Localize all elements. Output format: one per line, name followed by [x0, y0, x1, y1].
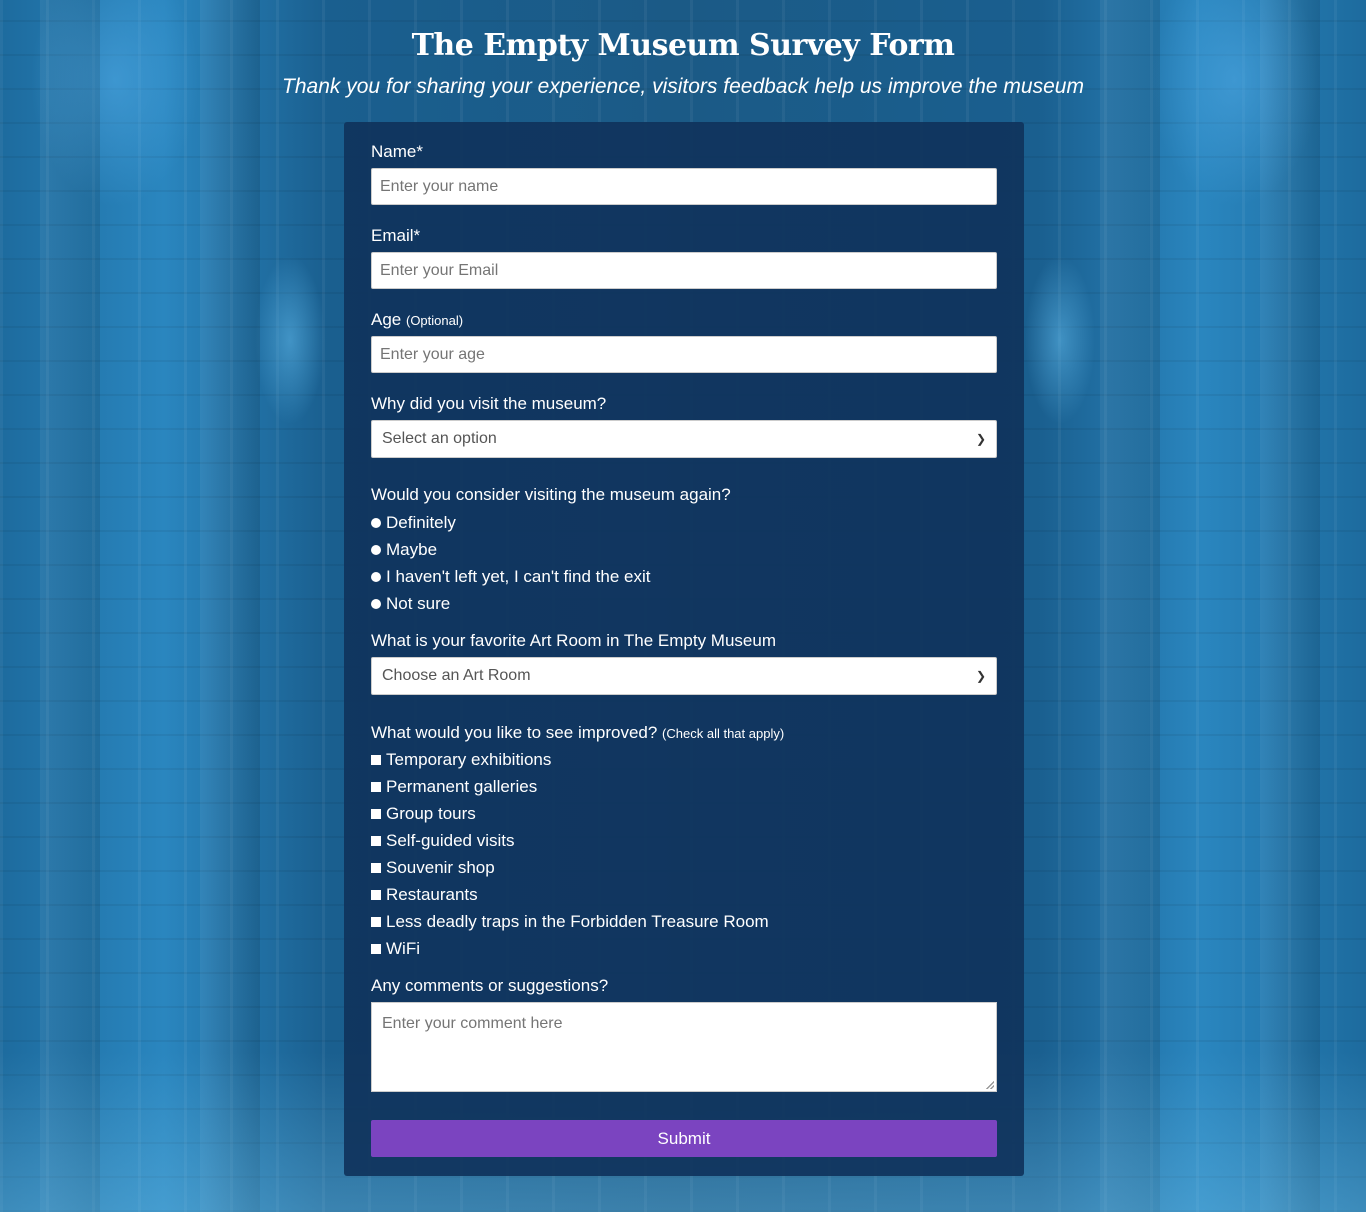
radio-option-label: I haven't left yet, I can't find the exi… [386, 566, 651, 586]
improve-label: What would you like to see improved? (Ch… [371, 723, 997, 743]
radio-button[interactable] [371, 544, 381, 555]
checkbox-option[interactable]: Permanent galleries [371, 773, 997, 800]
chevron-down-icon: ❯ [975, 432, 986, 446]
page-header: The Empty Museum Survey Form Thank you f… [0, 28, 1366, 99]
improve-group: What would you like to see improved? (Ch… [371, 723, 997, 962]
comments-placeholder: Enter your comment here [382, 1015, 563, 1032]
checkbox-option[interactable]: Group tours [371, 800, 997, 827]
name-group: Name* [371, 142, 997, 205]
checkbox-option[interactable]: Souvenir shop [371, 854, 997, 881]
revisit-label: Would you consider visiting the museum a… [371, 485, 731, 504]
improve-options: Temporary exhibitions Permanent galleries… [371, 746, 997, 962]
submit-button[interactable]: Submit [371, 1120, 997, 1157]
checkbox-option-label: Permanent galleries [386, 776, 538, 796]
age-label-text: Age [371, 310, 402, 329]
checkbox-option-label: WiFi [386, 938, 420, 958]
email-input[interactable] [371, 252, 997, 289]
age-input[interactable] [371, 336, 997, 373]
checkbox-option[interactable]: WiFi [371, 935, 997, 962]
email-group: Email* [371, 226, 997, 289]
art-room-select[interactable]: Choose an Art Room ❯ [371, 657, 997, 695]
checkbox[interactable] [371, 835, 381, 846]
radio-option[interactable]: Maybe [371, 536, 997, 563]
page-title: The Empty Museum Survey Form [411, 28, 955, 63]
reason-label: Why did you visit the museum? [371, 394, 607, 413]
checkbox[interactable] [371, 781, 381, 792]
checkbox[interactable] [371, 889, 381, 900]
comments-textarea[interactable]: Enter your comment here [371, 1002, 997, 1092]
checkbox-option-label: Self-guided visits [386, 830, 515, 850]
chevron-down-icon: ❯ [975, 669, 986, 683]
art-room-label: What is your favorite Art Room in The Em… [371, 631, 776, 650]
checkbox-option-label: Group tours [386, 803, 476, 823]
age-label-note: (Optional) [405, 313, 464, 328]
checkbox[interactable] [371, 916, 381, 927]
name-input[interactable] [371, 168, 997, 205]
background-column [1260, 0, 1320, 1212]
revisit-group: Would you consider visiting the museum a… [371, 485, 997, 617]
radio-option[interactable]: Definitely [371, 509, 997, 536]
checkbox-option[interactable]: Restaurants [371, 881, 997, 908]
improve-label-note: (Check all that apply) [662, 726, 785, 741]
comments-group: Any comments or suggestions? Enter your … [371, 976, 997, 1092]
art-room-select-value: Choose an Art Room [382, 667, 531, 684]
checkbox[interactable] [371, 862, 381, 873]
checkbox-option[interactable]: Temporary exhibitions [371, 746, 997, 773]
improve-label-text: What would you like to see improved? [371, 723, 658, 742]
checkbox[interactable] [371, 808, 381, 819]
art-room-group: What is your favorite Art Room in The Em… [371, 631, 997, 695]
age-label: Age (Optional) [371, 310, 997, 330]
comments-label: Any comments or suggestions? [371, 976, 609, 995]
email-label: Email* [371, 226, 421, 245]
radio-option-label: Not sure [386, 593, 451, 613]
radio-option-label: Definitely [386, 512, 456, 532]
name-label: Name* [371, 142, 423, 161]
checkbox-option-label: Restaurants [386, 884, 478, 904]
background-column [1100, 0, 1160, 1212]
radio-button[interactable] [371, 517, 381, 528]
reason-group: Why did you visit the museum? Select an … [371, 394, 997, 458]
page-subtitle: Thank you for sharing your experience, v… [282, 75, 1084, 98]
checkbox-option-label: Temporary exhibitions [386, 749, 552, 769]
revisit-options: Definitely Maybe I haven't left yet, I can… [371, 509, 997, 617]
checkbox-option-label: Less deadly traps in the Forbidden Treas… [386, 911, 769, 931]
reason-select-value: Select an option [382, 430, 497, 447]
background-column [200, 0, 260, 1212]
resize-handle-icon[interactable] [986, 1081, 994, 1089]
radio-option[interactable]: I haven't left yet, I can't find the exi… [371, 563, 997, 590]
survey-form: Name* Email* Age (Optional) Why did you … [344, 122, 1024, 1176]
background-column [40, 0, 100, 1212]
reason-select[interactable]: Select an option ❯ [371, 420, 997, 458]
radio-option-label: Maybe [386, 539, 438, 559]
checkbox[interactable] [371, 754, 381, 765]
checkbox-option-label: Souvenir shop [386, 857, 495, 877]
radio-option[interactable]: Not sure [371, 590, 997, 617]
checkbox-option[interactable]: Less deadly traps in the Forbidden Treas… [371, 908, 997, 935]
checkbox-option[interactable]: Self-guided visits [371, 827, 997, 854]
age-group: Age (Optional) [371, 310, 997, 373]
radio-button[interactable] [371, 598, 381, 609]
radio-button[interactable] [371, 571, 381, 582]
checkbox[interactable] [371, 943, 381, 954]
